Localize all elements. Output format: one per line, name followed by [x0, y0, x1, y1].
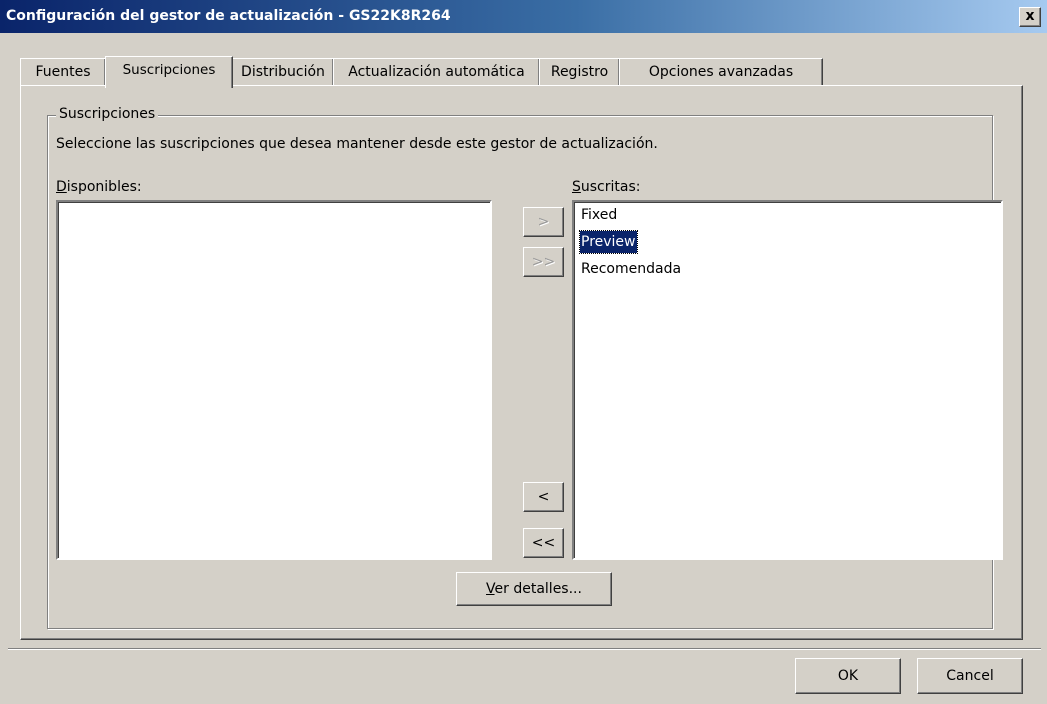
add-all-button[interactable]: >> [523, 247, 564, 277]
list-item[interactable]: Recomendada [580, 258, 682, 280]
tab-registro[interactable]: Registro [539, 58, 620, 85]
instructions-text: Seleccione las suscripciones que desea m… [56, 136, 658, 152]
cancel-button[interactable]: Cancel [917, 658, 1023, 694]
available-label-hotkey: D [56, 179, 67, 195]
window-title: Configuración del gestor de actualizació… [6, 8, 451, 24]
tab-fuentes[interactable]: Fuentes [20, 58, 106, 85]
footer-divider [8, 648, 1041, 650]
available-listbox[interactable] [56, 200, 492, 560]
group-title: Suscripciones [56, 106, 159, 122]
tab-distribucion[interactable]: Distribución [232, 58, 334, 85]
subscribed-label: Suscritas: [572, 179, 640, 195]
list-item-selected[interactable]: Preview [579, 230, 638, 254]
suscripciones-panel: Suscripciones Seleccione las suscripcion… [20, 85, 1023, 640]
suscripciones-group: Suscripciones Seleccione las suscripcion… [47, 106, 1003, 629]
available-label: Disponibles: [56, 179, 142, 195]
add-button[interactable]: > [523, 207, 564, 237]
subscribed-label-hotkey: S [572, 179, 581, 195]
close-button[interactable]: x [1019, 7, 1041, 27]
available-label-text: isponibles: [66, 179, 142, 195]
ver-detalles-text: er detalles... [494, 581, 582, 597]
close-icon: x [1025, 8, 1035, 24]
remove-all-button[interactable]: << [523, 528, 564, 558]
ok-button[interactable]: OK [795, 658, 901, 694]
subscribed-label-text: uscritas: [580, 179, 641, 195]
tab-opciones-avanzadas[interactable]: Opciones avanzadas [619, 58, 823, 85]
remove-button[interactable]: < [523, 482, 564, 512]
list-item[interactable]: Fixed [580, 204, 618, 226]
title-bar: Configuración del gestor de actualizació… [0, 0, 1047, 33]
tab-suscripciones[interactable]: Suscripciones [105, 56, 233, 88]
subscribed-listbox[interactable]: Fixed Preview Recomendada [572, 200, 1003, 560]
tab-actualizacion-automatica[interactable]: Actualización automática [333, 58, 540, 85]
ver-detalles-hotkey: V [486, 581, 495, 597]
ver-detalles-button[interactable]: Ver detalles... [456, 572, 612, 606]
